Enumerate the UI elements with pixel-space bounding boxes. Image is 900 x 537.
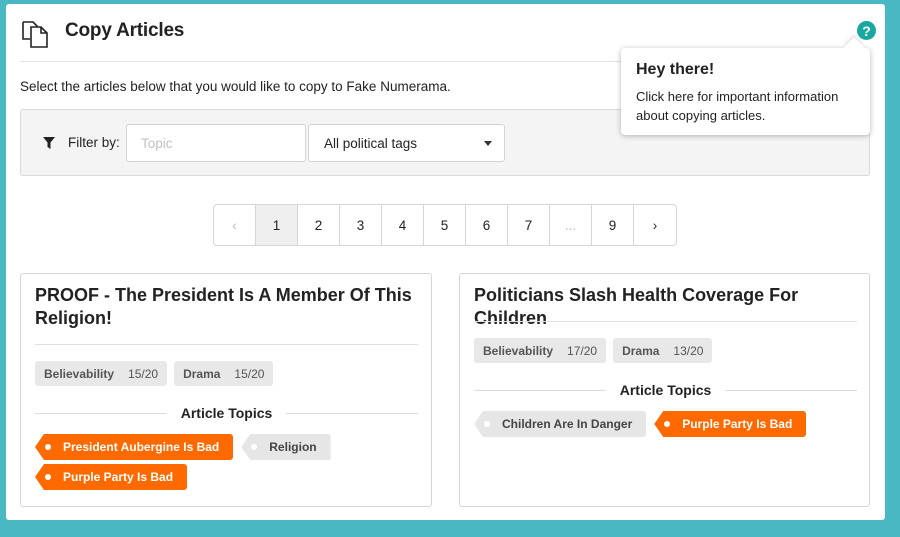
topic-tag-label: Purple Party Is Bad <box>63 470 174 484</box>
topic-input[interactable] <box>126 124 306 162</box>
tag-hole-icon <box>664 421 671 427</box>
page-title: Copy Articles <box>65 20 185 41</box>
drama-label: Drama <box>622 343 660 358</box>
topic-tag[interactable]: President Aubergine Is Bad <box>35 434 234 460</box>
page-9[interactable]: 9 <box>592 205 634 245</box>
drama-badge: Drama 15/20 <box>174 361 274 386</box>
topic-tag-label: President Aubergine Is Bad <box>63 440 220 454</box>
pagination-prev[interactable]: ‹ <box>214 205 256 245</box>
page-6[interactable]: 6 <box>466 205 508 245</box>
tooltip-body: Click here for important information abo… <box>636 89 839 123</box>
pagination-next[interactable]: › <box>634 205 676 245</box>
topic-tag-label: Religion <box>269 440 317 454</box>
believability-value: 15/20 <box>128 366 159 381</box>
topic-tag[interactable]: Purple Party Is Bad <box>35 464 188 490</box>
help-tooltip: Hey there! Click here for important info… <box>621 48 870 135</box>
page-2[interactable]: 2 <box>298 205 340 245</box>
tooltip-title: Hey there! <box>636 61 715 78</box>
political-tags-value: All political tags <box>324 135 418 151</box>
topic-tag[interactable]: Children Are In Danger <box>474 411 647 437</box>
believability-label: Believability <box>44 366 115 381</box>
tag-hole-icon <box>45 474 51 480</box>
believability-badge: Believability 15/20 <box>35 361 168 386</box>
believability-value: 17/20 <box>567 343 598 358</box>
intro-text: Select the articles below that you would… <box>20 79 451 94</box>
believability-badge: Believability 17/20 <box>474 338 607 363</box>
topic-tag-label: Purple Party Is Bad <box>682 417 793 431</box>
tag-hole-icon <box>484 421 490 427</box>
heading-line-right <box>725 389 858 391</box>
page-5[interactable]: 5 <box>424 205 466 245</box>
page-7[interactable]: 7 <box>508 205 550 245</box>
filter-icon <box>43 137 55 149</box>
help-icon[interactable]: ? <box>857 21 876 40</box>
political-tags-select[interactable]: All political tags <box>308 124 505 162</box>
heading-line-left <box>35 412 167 414</box>
drama-value: 15/20 <box>234 366 265 381</box>
copy-icon <box>22 21 48 48</box>
article-card[interactable]: Politicians Slash Health Coverage For Ch… <box>459 273 870 507</box>
topic-tag[interactable]: Purple Party Is Bad <box>654 411 807 437</box>
tag-hole-icon <box>251 444 258 450</box>
topic-tags: President Aubergine Is Bad Religion Purp… <box>35 434 335 490</box>
pagination: ‹ 1 2 3 4 5 6 7 ... 9 › <box>213 204 677 246</box>
heading-line-left <box>474 389 606 391</box>
score-row: Believability 15/20 Drama 15/20 <box>35 361 274 386</box>
drama-label: Drama <box>183 366 221 381</box>
drama-value: 13/20 <box>673 343 704 358</box>
card-divider <box>35 344 418 345</box>
page-3[interactable]: 3 <box>340 205 382 245</box>
article-title: Politicians Slash Health Coverage For Ch… <box>474 285 799 328</box>
heading-line-right <box>286 412 419 414</box>
filter-label: Filter by: <box>68 135 120 150</box>
page-1[interactable]: 1 <box>256 205 298 245</box>
card-divider <box>474 321 857 322</box>
topic-tags: Children Are In Danger Purple Party Is B… <box>474 411 857 437</box>
caret-down-icon <box>484 141 492 146</box>
article-topics-heading: Article Topics <box>474 381 858 399</box>
drama-badge: Drama 13/20 <box>613 338 713 363</box>
topic-tag-label: Children Are In Danger <box>502 417 633 431</box>
article-card[interactable]: PROOF - The President Is A Member Of Thi… <box>20 273 432 507</box>
article-title: PROOF - The President Is A Member Of Thi… <box>35 285 412 328</box>
topic-tag[interactable]: Religion <box>241 434 331 460</box>
article-topics-label: Article Topics <box>180 405 273 421</box>
tag-hole-icon <box>45 444 51 450</box>
article-topics-label: Article Topics <box>619 382 712 398</box>
page-ellipsis: ... <box>550 205 592 245</box>
page-4[interactable]: 4 <box>382 205 424 245</box>
article-topics-heading: Article Topics <box>35 404 419 422</box>
score-row: Believability 17/20 Drama 13/20 <box>474 338 713 363</box>
believability-label: Believability <box>483 343 554 358</box>
